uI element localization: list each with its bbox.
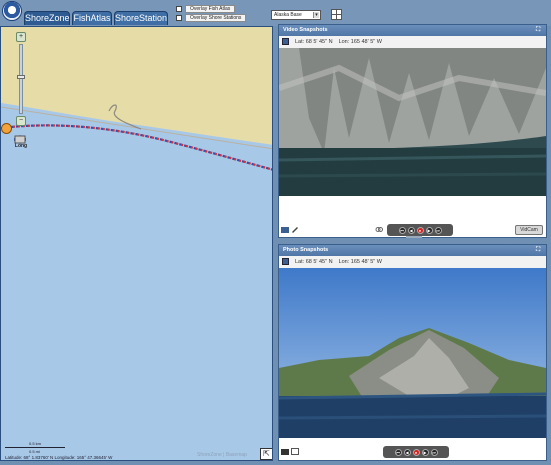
photo-lon: Lon: 165 48' 5" W [338,259,382,265]
chevron-down-icon: ▾ [313,12,319,18]
next-icon[interactable]: ▶ [425,226,433,234]
overlay-fish-atlas-checkbox[interactable] [176,6,182,12]
map-view[interactable]: + − Lat Long 0.5 km 0.5 mi Latitude: 68°… [0,26,273,461]
zoom-out-icon[interactable]: − [16,116,26,126]
next-icon[interactable]: ▶ [421,448,429,456]
video-playback-controls: ⏮ ◀ ● ▶ ⏭ [387,224,453,236]
map-canvas [1,27,272,460]
map-nav-tools: Lat Long [14,135,28,151]
tab-shorestation[interactable]: ShoreStation [114,11,168,25]
video-lon: Lon: 165 48' 5" W [338,39,382,45]
first-icon[interactable]: ⏮ [394,448,402,456]
camera-icon[interactable] [281,448,289,455]
photo-panel: Photo Snapshots ⛶ Lat: 68 5' 45" N Lon: … [278,244,547,461]
zoom-slider[interactable] [17,44,25,114]
video-panel-header: Video Snapshots ⛶ [279,25,546,36]
camera-icon[interactable] [281,226,289,233]
tab-shorezone[interactable]: ShoreZone [24,11,70,25]
overlay-shore-stations[interactable]: Overlay Shore Stations [176,14,247,22]
checkbox-icon[interactable] [291,448,299,455]
scale-line [5,447,65,448]
maximize-map-button[interactable]: ⇱ [260,448,272,460]
map-attribution: ShoreZone | Basemap [197,452,247,458]
top-bar: ShoreZone FishAtlas ShoreStation Overlay… [0,0,551,26]
tab-fishatlas[interactable]: FishAtlas [72,11,112,25]
photo-panel-header: Photo Snapshots ⛶ [279,245,546,256]
video-lat: Lat: 68 5' 45" N [295,39,333,45]
panel-splitter[interactable] [406,236,422,238]
video-panel: Video Snapshots ⛶ Lat: 68 5' 45" N Lon: … [278,24,547,238]
overlay-fish-atlas-label: Overlay Fish Atlas [185,5,236,13]
layout-grid-button[interactable] [331,9,342,20]
play-icon[interactable]: ● [416,226,424,234]
vidcam-button[interactable]: VidCam [515,225,543,235]
expand-icon[interactable]: ⛶ [536,27,543,34]
edit-icon[interactable] [291,226,299,233]
prev-icon[interactable]: ◀ [407,226,415,234]
scale-mi: 0.5 mi [29,449,40,454]
save-icon[interactable] [282,38,289,45]
last-icon[interactable]: ⏭ [434,226,442,234]
save-icon[interactable] [282,258,289,265]
zoom-control[interactable]: + − [16,32,26,126]
noaa-logo-icon [2,1,22,21]
overlay-fish-atlas[interactable]: Overlay Fish Atlas [176,5,236,13]
overlay-shore-stations-checkbox[interactable] [176,15,182,21]
video-latlon-row: Lat: 68 5' 45" N Lon: 165 48' 5" W [279,36,546,48]
locate-icon[interactable] [1,123,12,134]
first-icon[interactable]: ⏮ [398,226,406,234]
last-icon[interactable]: ⏭ [430,448,438,456]
photo-playback-controls: ⏮ ◀ ● ▶ ⏭ [383,446,449,458]
video-snapshot-image [279,48,546,196]
photo-lat: Lat: 68 5' 45" N [295,259,333,265]
zoom-in-icon[interactable]: + [16,32,26,42]
scale-bar: 0.5 km 0.5 mi [5,441,65,454]
overlay-shore-stations-label: Overlay Shore Stations [185,14,247,22]
expand-icon[interactable]: ⛶ [536,247,543,254]
link-icon[interactable] [375,226,383,233]
photo-latlon-row: Lat: 68 5' 45" N Lon: 165 48' 5" W [279,256,546,268]
basemap-select[interactable]: Alaska Base ▾ [271,10,321,20]
print-icon[interactable] [14,135,26,144]
play-icon[interactable]: ● [412,448,420,456]
prev-icon[interactable]: ◀ [403,448,411,456]
photo-snapshot-image [279,268,546,438]
cursor-coordinates: Latitude: 68° 1.83760' N Longitude: 165°… [5,455,113,460]
zoom-slider-thumb[interactable] [17,75,25,79]
basemap-selected-value: Alaska Base [274,12,302,18]
scale-km: 0.5 km [29,441,42,446]
photo-panel-title: Photo Snapshots [283,247,329,253]
video-panel-title: Video Snapshots [283,27,328,33]
